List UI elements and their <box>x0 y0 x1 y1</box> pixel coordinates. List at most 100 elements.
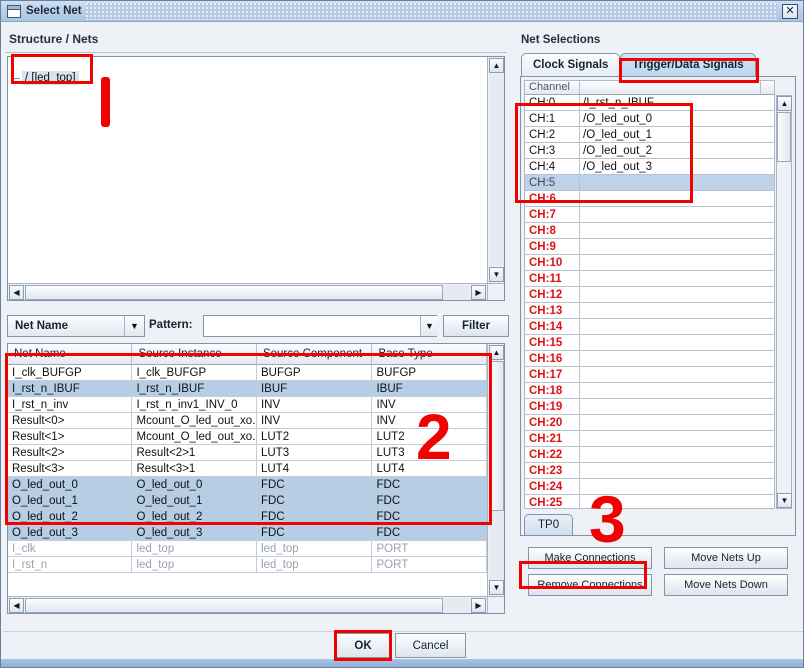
table-row[interactable]: I_rst_n_inv I_rst_n_inv1_INV_0 INV INV <box>8 397 487 413</box>
channel-row[interactable]: CH:13 <box>525 303 774 319</box>
channel-row[interactable]: CH:12 <box>525 287 774 303</box>
nets-table-body[interactable]: I_clk_BUFGP I_clk_BUFGP BUFGP BUFGP I_rst_n_… <box>8 365 487 596</box>
tree-vscroll-track[interactable] <box>489 74 504 266</box>
channel-id: CH:6 <box>525 191 580 206</box>
channel-row[interactable]: CH:6 <box>525 191 774 207</box>
scroll-up-icon[interactable]: ▲ <box>777 96 792 111</box>
chevron-down-icon[interactable]: ▼ <box>124 316 144 336</box>
channel-row[interactable]: CH:5 <box>525 175 774 191</box>
scroll-right-icon[interactable]: ▶ <box>471 598 486 613</box>
channel-row[interactable]: CH:18 <box>525 383 774 399</box>
tab-trigger-data-signals[interactable]: Trigger/Data Signals <box>620 53 756 76</box>
scroll-down-icon[interactable]: ▼ <box>489 580 504 595</box>
move-nets-up-button[interactable]: Move Nets Up <box>664 547 788 569</box>
tree-vertical-scrollbar[interactable]: ▲ ▼ <box>487 57 504 283</box>
channel-row[interactable]: CH:20 <box>525 415 774 431</box>
nets-hscroll-thumb[interactable] <box>25 598 443 613</box>
channel-row[interactable]: CH:0/I_rst_n_IBUF <box>525 95 774 111</box>
table-row[interactable]: I_rst_n led_top led_top PORT <box>8 557 487 573</box>
tab-clock-signals[interactable]: Clock Signals <box>521 53 621 76</box>
table-row[interactable]: Result<1> Mcount_O_led_out_xo... LUT2 LUT2 <box>8 429 487 445</box>
channel-vertical-scrollbar[interactable]: ▲ ▼ <box>776 95 792 509</box>
cancel-button[interactable]: Cancel <box>395 633 466 658</box>
scroll-right-icon[interactable]: ▶ <box>471 285 486 300</box>
table-row[interactable]: O_led_out_1 O_led_out_1 FDC FDC <box>8 493 487 509</box>
channel-row[interactable]: CH:2/O_led_out_1 <box>525 127 774 143</box>
nets-column-header[interactable]: Base Type <box>372 344 487 364</box>
filter-button[interactable]: Filter <box>443 315 509 337</box>
table-cell: O_led_out_1 <box>132 493 257 508</box>
table-row[interactable]: O_led_out_3 O_led_out_3 FDC FDC <box>8 525 487 541</box>
table-row[interactable]: I_rst_n_IBUF I_rst_n_IBUF IBUF IBUF <box>8 381 487 397</box>
tree-horizontal-scrollbar[interactable]: ◀ ▶ <box>8 283 487 300</box>
channel-row[interactable]: CH:10 <box>525 255 774 271</box>
table-cell: BUFGP <box>372 365 487 380</box>
channel-row[interactable]: CH:1/O_led_out_0 <box>525 111 774 127</box>
channel-row[interactable]: CH:3/O_led_out_2 <box>525 143 774 159</box>
scroll-left-icon[interactable]: ◀ <box>9 285 24 300</box>
scroll-up-icon[interactable]: ▲ <box>489 345 504 360</box>
channel-column-header[interactable] <box>580 81 761 94</box>
channel-row[interactable]: CH:21 <box>525 431 774 447</box>
channel-row[interactable]: CH:17 <box>525 367 774 383</box>
nets-table[interactable]: Net Name Source Instance Source Component B… <box>7 343 505 614</box>
nets-horizontal-scrollbar[interactable]: ◀ ▶ <box>8 596 487 613</box>
nets-column-header[interactable]: Net Name <box>8 344 133 364</box>
channel-table-header: Channel <box>524 80 775 95</box>
scroll-left-icon[interactable]: ◀ <box>9 598 24 613</box>
scroll-down-icon[interactable]: ▼ <box>489 267 504 282</box>
channel-net-name <box>580 303 774 318</box>
channel-table-body[interactable]: CH:0/I_rst_n_IBUF CH:1/O_led_out_0 CH:2/O_… <box>524 95 775 509</box>
filter-scope-select[interactable]: Net Name ▼ <box>7 315 145 337</box>
scroll-up-icon[interactable]: ▲ <box>489 58 504 73</box>
table-row[interactable]: Result<0> Mcount_O_led_out_xo... INV INV <box>8 413 487 429</box>
table-cell: O_led_out_2 <box>132 509 257 524</box>
structure-tree[interactable]: / [led_top] ▲ ▼ ◀ ▶ <box>7 56 505 301</box>
remove-connections-button[interactable]: Remove Connections <box>528 574 652 596</box>
channel-row[interactable]: CH:15 <box>525 335 774 351</box>
table-row[interactable]: O_led_out_0 O_led_out_0 FDC FDC <box>8 477 487 493</box>
channel-row[interactable]: CH:14 <box>525 319 774 335</box>
ok-button[interactable]: OK <box>336 633 390 658</box>
nets-scroll-corner <box>487 596 504 613</box>
nets-vscroll-thumb[interactable] <box>489 361 504 511</box>
channel-row[interactable]: CH:9 <box>525 239 774 255</box>
table-row[interactable]: Result<2> Result<2>1 LUT3 LUT3 <box>8 445 487 461</box>
table-row[interactable]: I_clk led_top led_top PORT <box>8 541 487 557</box>
channel-row[interactable]: CH:4/O_led_out_3 <box>525 159 774 175</box>
nets-column-header[interactable]: Source Component <box>257 344 373 364</box>
nets-vertical-scrollbar[interactable]: ▲ ▼ <box>487 344 504 596</box>
channel-row[interactable]: CH:8 <box>525 223 774 239</box>
channel-table[interactable]: Channel CH:0/I_rst_n_IBUF CH:1/O_led_out_… <box>520 76 796 536</box>
tree-hscroll-thumb[interactable] <box>25 285 443 300</box>
channel-row[interactable]: CH:23 <box>525 463 774 479</box>
table-row[interactable]: O_led_out_2 O_led_out_2 FDC FDC <box>8 509 487 525</box>
channel-row[interactable]: CH:22 <box>525 447 774 463</box>
channel-vscroll-thumb[interactable] <box>777 112 791 162</box>
make-connections-button[interactable]: Make Connections <box>528 547 652 569</box>
table-cell: O_led_out_1 <box>8 493 133 508</box>
table-cell: Mcount_O_led_out_xo... <box>132 429 257 444</box>
channel-row[interactable]: CH:25 <box>525 495 774 508</box>
scroll-down-icon[interactable]: ▼ <box>777 493 792 508</box>
channel-row[interactable]: CH:19 <box>525 399 774 415</box>
pattern-chevron-down-icon[interactable]: ▼ <box>420 316 438 336</box>
nets-column-header[interactable]: Source Instance <box>132 344 257 364</box>
move-nets-down-button[interactable]: Move Nets Down <box>664 574 788 596</box>
channel-row[interactable]: CH:11 <box>525 271 774 287</box>
channel-row[interactable]: CH:24 <box>525 479 774 495</box>
pattern-input[interactable] <box>203 315 437 337</box>
tree-node-led-top[interactable]: / [led_top] <box>22 71 79 85</box>
titlebar-drag-area[interactable] <box>85 2 778 20</box>
channel-net-name <box>580 431 774 446</box>
table-cell: LUT2 <box>257 429 373 444</box>
table-row[interactable]: I_clk_BUFGP I_clk_BUFGP BUFGP BUFGP <box>8 365 487 381</box>
unit-tab-tp0[interactable]: TP0 <box>524 514 574 535</box>
close-icon[interactable]: ✕ <box>782 3 798 19</box>
channel-row[interactable]: CH:16 <box>525 351 774 367</box>
table-row[interactable]: Result<3> Result<3>1 LUT4 LUT4 <box>8 461 487 477</box>
channel-column-header[interactable]: Channel <box>525 81 580 94</box>
pattern-input-field[interactable] <box>204 316 414 334</box>
channel-row[interactable]: CH:7 <box>525 207 774 223</box>
channel-net-name: /O_led_out_2 <box>583 145 653 157</box>
